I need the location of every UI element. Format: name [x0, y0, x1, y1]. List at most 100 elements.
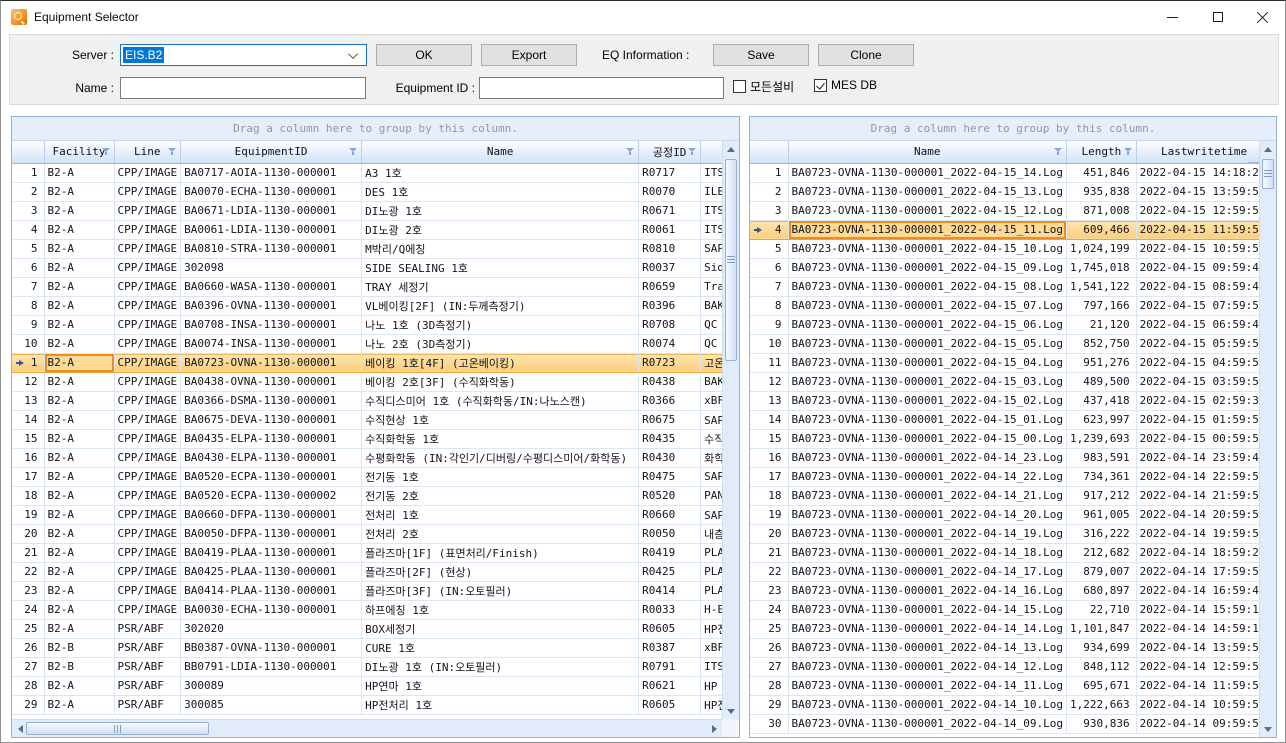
cell[interactable]: 23 [750, 581, 788, 600]
cell[interactable]: B2-A [44, 619, 114, 638]
cell[interactable]: 934,699 [1067, 638, 1137, 657]
grid-row[interactable]: 13B2-ACPP/IMAGEBA0366-DSMA-1130-000001수직… [12, 391, 738, 410]
cell[interactable]: R0396 [639, 296, 701, 315]
cell[interactable]: 18 [12, 486, 44, 505]
cell[interactable]: 27 [12, 657, 44, 676]
cell[interactable]: 15 [750, 429, 788, 448]
cell[interactable]: 13 [12, 391, 44, 410]
cell[interactable]: B2-A [44, 600, 114, 619]
cell[interactable]: 1 [750, 163, 788, 182]
cell[interactable]: 2022-04-14 13:59:57 [1136, 638, 1272, 657]
cell[interactable]: 22 [12, 562, 44, 581]
cell[interactable]: 24 [12, 600, 44, 619]
cell[interactable]: 2022-04-14 09:59:55 [1136, 714, 1272, 733]
cell[interactable]: 1,541,122 [1067, 277, 1137, 296]
cell[interactable]: 나노 2호 (3D측정기) [362, 334, 639, 353]
cell[interactable]: R0435 [639, 429, 701, 448]
cell[interactable]: CPP/IMAGE [114, 467, 181, 486]
cell[interactable]: 1,024,199 [1067, 239, 1137, 258]
cell[interactable]: DI노광 2호 [362, 220, 639, 239]
grid-row[interactable]: 15B2-ACPP/IMAGEBA0435-ELPA-1130-000001수직… [12, 429, 738, 448]
grid-row[interactable]: 18BA0723-OVNA-1130-000001_2022-04-14_21.… [750, 486, 1272, 505]
cell[interactable]: BA0723-OVNA-1130-000001_2022-04-14_13.Lo… [788, 638, 1067, 657]
cell[interactable]: BA0723-OVNA-1130-000001_2022-04-14_15.Lo… [788, 600, 1067, 619]
cell[interactable]: R0791 [639, 657, 701, 676]
mes-db-checkbox[interactable]: MES DB [814, 78, 877, 92]
filter-icon[interactable] [1124, 148, 1133, 157]
grid-row[interactable]: 5B2-ACPP/IMAGEBA0810-STRA-1130-000001M박리… [12, 239, 738, 258]
cell[interactable]: PSR/ABF [114, 676, 181, 695]
cell[interactable]: 212,682 [1067, 543, 1137, 562]
cell[interactable]: CPP/IMAGE [114, 581, 181, 600]
cell[interactable]: HP연마 1호 [362, 676, 639, 695]
cell[interactable]: B2-A [44, 676, 114, 695]
cell[interactable]: BA0723-OVNA-1130-000001_2022-04-14_18.Lo… [788, 543, 1067, 562]
cell[interactable]: 2022-04-14 19:59:54 [1136, 524, 1272, 543]
cell[interactable]: R0430 [639, 448, 701, 467]
cell[interactable]: 10 [750, 334, 788, 353]
cell[interactable]: 2022-04-15 01:59:59 [1136, 410, 1272, 429]
cell[interactable]: R0425 [639, 562, 701, 581]
cell[interactable]: CPP/IMAGE [114, 524, 181, 543]
cell[interactable]: 수직현상 1호 [362, 410, 639, 429]
cell[interactable]: 전기동 2호 [362, 486, 639, 505]
name-input[interactable] [120, 77, 366, 99]
cell[interactable]: R0070 [639, 182, 701, 201]
cell[interactable]: B2-A [44, 524, 114, 543]
server-select[interactable]: EIS.B2 [120, 44, 367, 66]
cell[interactable]: 1 [12, 163, 44, 182]
cell[interactable]: BA0723-OVNA-1130-000001_2022-04-15_12.Lo… [788, 201, 1067, 220]
cell[interactable]: BA0723-OVNA-1130-000001_2022-04-15_02.Lo… [788, 391, 1067, 410]
grid-row[interactable]: 7BA0723-OVNA-1130-000001_2022-04-15_08.L… [750, 277, 1272, 296]
cell[interactable]: 2022-04-15 00:59:52 [1136, 429, 1272, 448]
cell[interactable]: 수직디스미어 1호 (수직화학동/IN:나노스캔) [362, 391, 639, 410]
cell[interactable]: 17 [12, 467, 44, 486]
cell[interactable]: BA0074-INSA-1130-000001 [181, 334, 362, 353]
cell[interactable]: 2022-04-15 09:59:47 [1136, 258, 1272, 277]
cell[interactable]: 879,007 [1067, 562, 1137, 581]
cell[interactable]: BA0723-OVNA-1130-000001_2022-04-15_00.Lo… [788, 429, 1067, 448]
cell[interactable]: R0520 [639, 486, 701, 505]
cell[interactable]: 22 [750, 562, 788, 581]
grid-row[interactable]: 4BA0723-OVNA-1130-000001_2022-04-15_11.L… [750, 220, 1272, 239]
cell[interactable]: 2022-04-14 10:59:53 [1136, 695, 1272, 714]
cell[interactable]: BA0723-OVNA-1130-000001_2022-04-14_12.Lo… [788, 657, 1067, 676]
cell[interactable]: BA0396-OVNA-1130-000001 [181, 296, 362, 315]
cell[interactable]: CURE 1호 [362, 638, 639, 657]
cell[interactable]: 2 [12, 182, 44, 201]
cell[interactable]: 5 [12, 239, 44, 258]
equipment-id-input[interactable] [479, 77, 724, 99]
cell[interactable]: CPP/IMAGE [114, 429, 181, 448]
column-header-indicator[interactable] [750, 141, 788, 163]
cell[interactable]: BA0520-ECPA-1130-000002 [181, 486, 362, 505]
vertical-scroll-thumb[interactable] [725, 159, 737, 361]
cell[interactable]: M박리/Q에칭 [362, 239, 639, 258]
log-grid-vertical-scrollbar[interactable] [1259, 141, 1276, 737]
grid-row[interactable]: 24BA0723-OVNA-1130-000001_2022-04-14_15.… [750, 600, 1272, 619]
cell[interactable]: R0366 [639, 391, 701, 410]
cell[interactable]: BA0717-AOIA-1130-000001 [181, 163, 362, 182]
cell[interactable]: 16 [750, 448, 788, 467]
cell[interactable]: R0387 [639, 638, 701, 657]
horizontal-scroll-thumb[interactable] [26, 722, 209, 735]
cell[interactable]: 29 [750, 695, 788, 714]
cell[interactable]: 961,005 [1067, 505, 1137, 524]
cell[interactable]: 21,120 [1067, 315, 1137, 334]
cell[interactable]: 2022-04-15 08:59:49 [1136, 277, 1272, 296]
cell[interactable]: B2-A [44, 505, 114, 524]
cell[interactable]: 609,466 [1067, 220, 1137, 239]
close-button[interactable] [1240, 1, 1285, 33]
cell[interactable]: BA0030-ECHA-1130-000001 [181, 600, 362, 619]
cell[interactable]: B2-A [44, 695, 114, 714]
cell[interactable]: 21 [12, 543, 44, 562]
cell[interactable]: CPP/IMAGE [114, 220, 181, 239]
ok-button[interactable]: OK [376, 44, 472, 66]
grid-row[interactable]: 16BA0723-OVNA-1130-000001_2022-04-14_23.… [750, 448, 1272, 467]
cell[interactable]: HP전처리 1호 [362, 695, 639, 714]
cell[interactable]: 20 [12, 524, 44, 543]
cell[interactable]: BA0810-STRA-1130-000001 [181, 239, 362, 258]
filter-icon[interactable] [102, 148, 111, 157]
cell[interactable]: 14 [750, 410, 788, 429]
cell[interactable]: 2022-04-15 06:59:42 [1136, 315, 1272, 334]
cell[interactable]: BA0425-PLAA-1130-000001 [181, 562, 362, 581]
